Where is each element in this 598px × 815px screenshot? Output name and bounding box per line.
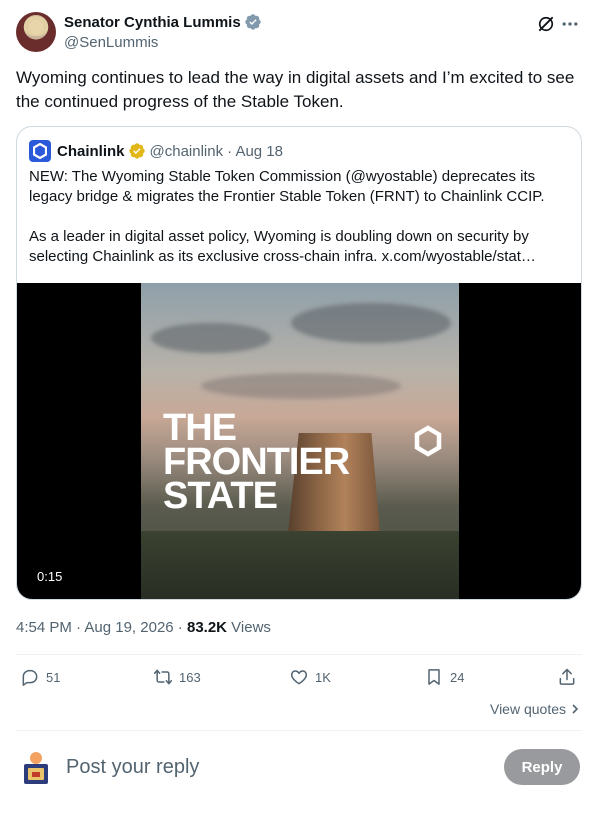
separator: · xyxy=(71,619,85,636)
reply-composer: Post your reply Reply xyxy=(16,740,582,796)
reply-submit-button[interactable]: Reply xyxy=(504,749,580,785)
separator: · xyxy=(173,619,187,636)
post-header: Senator Cynthia Lummis @SenLummis xyxy=(16,12,582,54)
video-duration: 0:15 xyxy=(37,569,63,584)
author-name-row: Senator Cynthia Lummis xyxy=(64,12,262,32)
user-avatar-icon xyxy=(24,752,48,784)
chainlink-hex-icon xyxy=(33,143,47,159)
quoted-post-header: Chainlink @chainlink · Aug 18 xyxy=(29,140,283,162)
video-title-overlay: THE FRONTIER STATE xyxy=(163,407,350,517)
author-handle[interactable]: @SenLummis xyxy=(64,34,262,51)
repost-button[interactable]: 163 xyxy=(153,667,201,687)
bookmark-button[interactable]: 24 xyxy=(424,667,464,687)
quoted-post[interactable]: Chainlink @chainlink · Aug 18 NEW: The W… xyxy=(16,126,582,600)
author-info: Senator Cynthia Lummis @SenLummis xyxy=(64,12,262,51)
like-button[interactable]: 1K xyxy=(289,667,331,687)
reply-count: 51 xyxy=(46,669,61,685)
author-display-name[interactable]: Senator Cynthia Lummis xyxy=(64,14,241,31)
repost-count: 163 xyxy=(179,669,201,685)
chevron-right-icon xyxy=(572,704,579,714)
quoted-paragraph-1: NEW: The Wyoming Stable Token Commission… xyxy=(29,168,545,205)
repost-icon xyxy=(153,669,173,685)
quoted-paragraph-2: As a leader in digital asset policy, Wyo… xyxy=(29,228,536,265)
view-quotes-label: View quotes xyxy=(489,701,566,717)
video-thumbnail: THE FRONTIER STATE xyxy=(141,283,459,599)
share-icon xyxy=(559,668,575,685)
post-text: Wyoming continues to lead the way in dig… xyxy=(16,68,575,111)
author-avatar[interactable] xyxy=(16,12,56,52)
verified-badge-icon xyxy=(245,14,261,30)
grok-icon[interactable] xyxy=(536,14,556,34)
view-quotes-link[interactable]: View quotes xyxy=(490,701,580,717)
divider xyxy=(16,730,582,731)
quoted-author-name[interactable]: Chainlink xyxy=(57,143,125,160)
quoted-post-text: NEW: The Wyoming Stable Token Commission… xyxy=(29,167,569,287)
more-icon[interactable] xyxy=(560,14,580,34)
chainlink-avatar[interactable] xyxy=(29,140,51,162)
heart-icon xyxy=(290,670,308,685)
reply-button[interactable]: 51 xyxy=(20,667,60,687)
views-count: 83.2K xyxy=(186,619,228,636)
quoted-author-handle[interactable]: @chainlink xyxy=(150,143,224,160)
overlay-line-1: THE xyxy=(163,407,237,449)
overlay-line-2: FRONTIER xyxy=(163,441,350,483)
post-timestamp: 4:54 PM · Aug 19, 2026 · 83.2K Views xyxy=(16,619,271,636)
bookmark-count: 24 xyxy=(450,669,465,685)
post-time[interactable]: 4:54 PM xyxy=(16,619,72,636)
gold-verified-badge-icon xyxy=(128,143,145,159)
like-count: 1K xyxy=(315,669,331,685)
reply-icon xyxy=(22,669,38,686)
bookmark-icon xyxy=(428,669,440,685)
views-label: Views xyxy=(227,619,271,636)
quoted-post-date[interactable]: · Aug 18 xyxy=(227,143,283,160)
overlay-line-3: STATE xyxy=(163,475,278,517)
chainlink-logo-icon xyxy=(414,425,442,457)
post-date[interactable]: Aug 19, 2026 xyxy=(84,619,173,636)
video-player[interactable]: THE FRONTIER STATE 0:15 xyxy=(17,283,581,599)
action-bar: 51 163 1K 24 xyxy=(16,655,582,703)
share-button[interactable] xyxy=(557,667,583,687)
reply-input[interactable]: Post your reply xyxy=(66,756,199,779)
